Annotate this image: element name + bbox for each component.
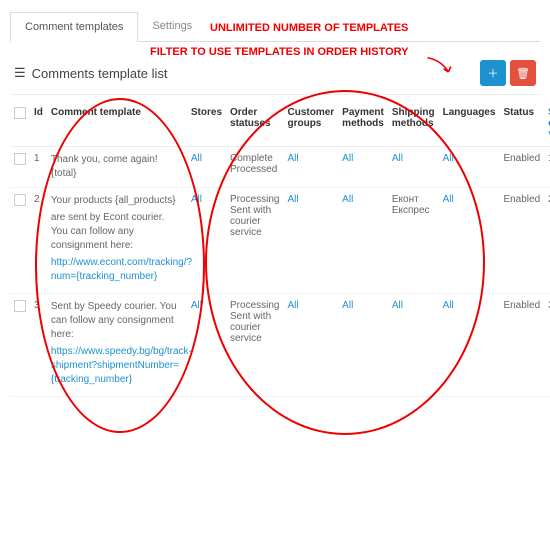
panel-header: ☰ Comments template list ＋ 🗑	[10, 52, 540, 95]
tab-settings[interactable]: Settings	[138, 12, 206, 41]
row-checkbox[interactable]	[14, 194, 26, 206]
col-id[interactable]: Id	[30, 101, 47, 147]
col-template[interactable]: Comment template	[47, 101, 187, 147]
select-all-checkbox[interactable]	[14, 107, 26, 119]
col-shipping-methods[interactable]: Shipping methods	[388, 101, 439, 147]
cell-groups: All	[283, 147, 338, 188]
annotation-filter: FILTER TO USE TEMPLATES IN ORDER HISTORY	[150, 46, 409, 58]
cell-lang: All	[439, 147, 500, 188]
trash-icon: 🗑	[516, 67, 530, 80]
row-checkbox[interactable]	[14, 300, 26, 312]
tab-comment-templates[interactable]: Comment templates	[10, 12, 138, 42]
cell-order-status: Processing Sent with courier service	[226, 294, 283, 397]
col-languages[interactable]: Languages	[439, 101, 500, 147]
cell-groups: All	[283, 188, 338, 294]
col-stores[interactable]: Stores	[187, 101, 226, 147]
cell-stores: All	[187, 188, 226, 294]
panel-title: Comments template list	[32, 66, 168, 81]
cell-sort: 10	[544, 147, 550, 188]
delete-button[interactable]: 🗑	[510, 60, 536, 86]
table-row: 2 Your products {all_products} are sent …	[10, 188, 550, 294]
cell-payment: All	[338, 294, 388, 397]
cell-payment: All	[338, 147, 388, 188]
cell-id: 2	[30, 188, 47, 294]
cell-stores: All	[187, 147, 226, 188]
add-button[interactable]: ＋	[480, 60, 506, 86]
cell-shipping: Еконт Експрес	[388, 188, 439, 294]
cell-shipping: All	[388, 294, 439, 397]
cell-id: 1	[30, 147, 47, 188]
cell-template: Sent by Speedy courier. You can follow a…	[47, 294, 187, 397]
cell-status: Enabled	[499, 147, 544, 188]
table-row: 3 Sent by Speedy courier. You can follow…	[10, 294, 550, 397]
cell-lang: All	[439, 188, 500, 294]
cell-shipping: All	[388, 147, 439, 188]
cell-sort: 30	[544, 294, 550, 397]
cell-groups: All	[283, 294, 338, 397]
cell-lang: All	[439, 294, 500, 397]
annotation-arrow	[425, 56, 459, 80]
cell-template: Your products {all_products} are sent by…	[47, 188, 187, 294]
cell-template: Thank you, come again! {total}	[47, 147, 187, 188]
cell-order-status: Complete Processed	[226, 147, 283, 188]
cell-status: Enabled	[499, 188, 544, 294]
col-customer-groups[interactable]: Customer groups	[283, 101, 338, 147]
col-order-statuses[interactable]: Order statuses	[226, 101, 283, 147]
col-status[interactable]: Status	[499, 101, 544, 147]
plus-icon: ＋	[488, 65, 499, 81]
cell-stores: All	[187, 294, 226, 397]
table-row: 1 Thank you, come again! {total} All Com…	[10, 147, 550, 188]
cell-payment: All	[338, 188, 388, 294]
list-icon: ☰	[14, 65, 26, 81]
row-checkbox[interactable]	[14, 153, 26, 165]
annotation-unlimited: UNLIMITED NUMBER OF TEMPLATES	[210, 22, 408, 34]
templates-table: Id Comment template Stores Order statuse…	[10, 101, 550, 397]
cell-id: 3	[30, 294, 47, 397]
cell-status: Enabled	[499, 294, 544, 397]
cell-order-status: Processing Sent with courier service	[226, 188, 283, 294]
col-payment-methods[interactable]: Payment methods	[338, 101, 388, 147]
col-sort-order[interactable]: Sort order ˅	[544, 101, 550, 147]
cell-sort: 20	[544, 188, 550, 294]
